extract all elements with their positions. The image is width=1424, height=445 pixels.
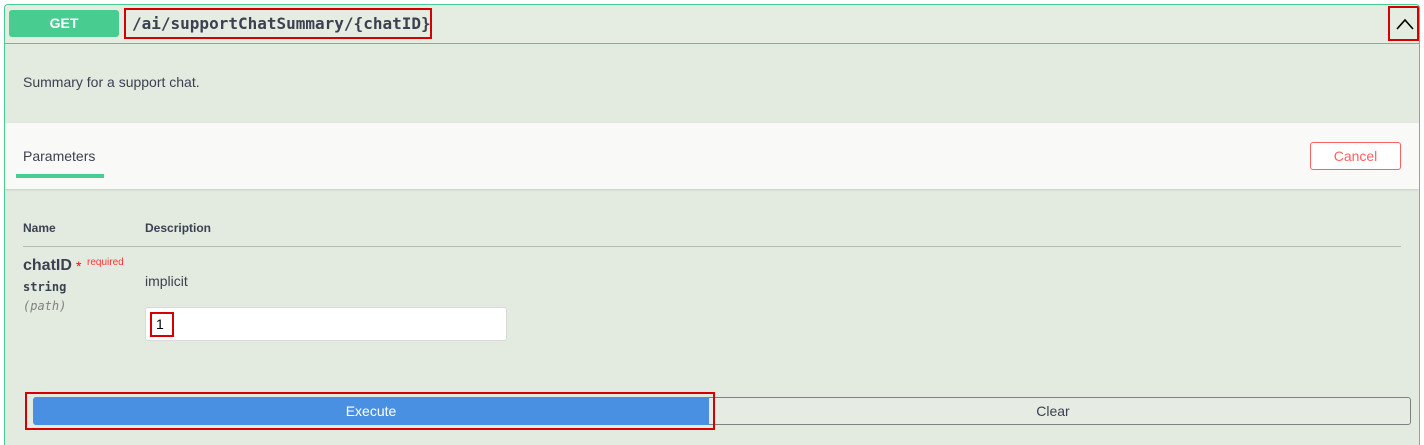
table-divider bbox=[23, 246, 1401, 247]
column-header-name: Name bbox=[23, 221, 56, 235]
parameter-type: string bbox=[23, 280, 67, 294]
chatid-input[interactable]: 1 bbox=[145, 307, 507, 341]
endpoint-path[interactable]: /ai/supportChatSummary/{chatID} bbox=[124, 8, 432, 39]
http-method-badge: GET bbox=[9, 10, 119, 37]
operation-description: Summary for a support chat. bbox=[23, 74, 200, 90]
chatid-input-value: 1 bbox=[150, 312, 174, 337]
execute-button[interactable]: Execute bbox=[33, 397, 709, 425]
chevron-up-icon bbox=[1396, 18, 1414, 30]
parameters-header: Parameters Cancel bbox=[5, 123, 1419, 189]
required-label: required bbox=[87, 257, 124, 268]
required-star: * bbox=[76, 258, 82, 274]
tab-parameters[interactable]: Parameters bbox=[23, 148, 95, 164]
operation-summary[interactable]: GET /ai/supportChatSummary/{chatID} bbox=[5, 5, 1419, 44]
clear-button[interactable]: Clear bbox=[695, 397, 1411, 425]
parameter-description: implicit bbox=[145, 273, 188, 289]
cancel-button[interactable]: Cancel bbox=[1310, 142, 1401, 170]
tab-active-indicator bbox=[16, 174, 104, 178]
parameter-location: (path) bbox=[23, 299, 67, 313]
column-header-description: Description bbox=[145, 221, 212, 235]
execute-wrapper: Clear Execute bbox=[24, 391, 1411, 435]
parameter-name: chatID bbox=[23, 257, 72, 274]
operation-block: GET /ai/supportChatSummary/{chatID} Summ… bbox=[4, 4, 1420, 445]
collapse-button[interactable] bbox=[1388, 6, 1419, 41]
